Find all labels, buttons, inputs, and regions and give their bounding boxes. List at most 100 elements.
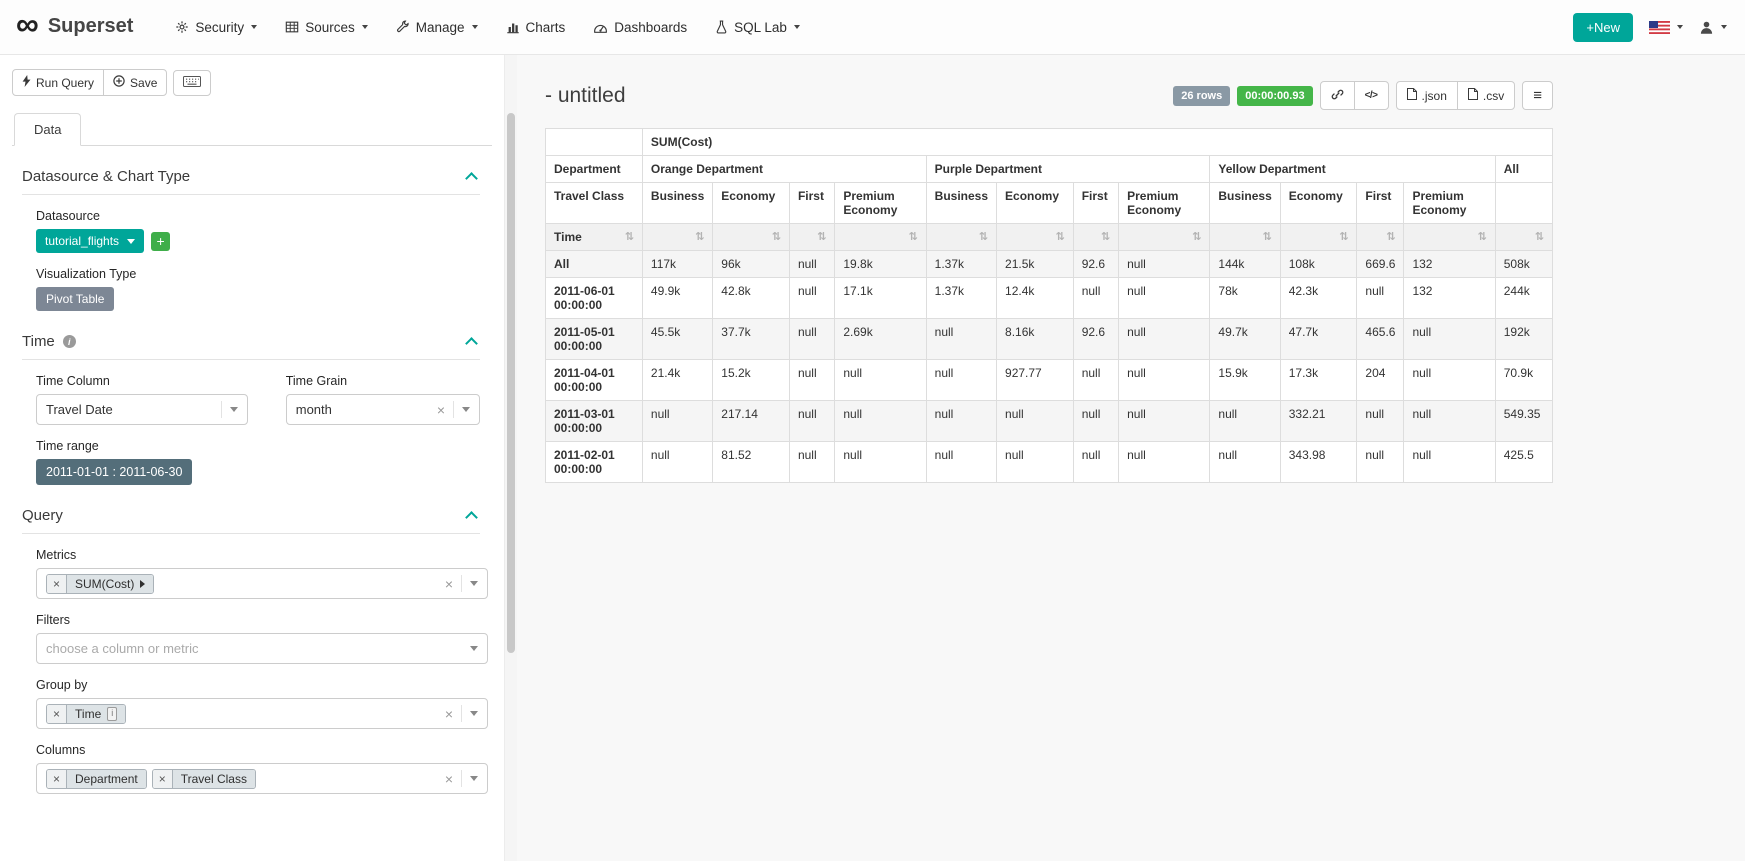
pivot-sort-header[interactable]: ⇅: [1495, 224, 1552, 251]
embed-code-button[interactable]: </>: [1354, 81, 1389, 110]
pivot-department-header: Orange Department: [642, 156, 926, 183]
chevron-up-icon[interactable]: [465, 511, 478, 524]
nav-item-manage[interactable]: Manage: [396, 20, 478, 35]
nav-item-sources[interactable]: Sources: [285, 20, 368, 35]
nav-item-sql-lab[interactable]: SQL Lab: [715, 20, 800, 35]
caret-down-icon: [230, 407, 238, 412]
pivot-value-cell: null: [1210, 401, 1280, 442]
pivot-travel-class-header: Economy: [713, 183, 790, 224]
pivot-sort-header[interactable]: ⇅: [926, 224, 996, 251]
chevron-up-icon[interactable]: [465, 337, 478, 350]
scrollbar-thumb[interactable]: [507, 113, 515, 653]
pivot-value-cell: null: [1073, 442, 1118, 483]
clear-icon[interactable]: ×: [445, 707, 453, 721]
time-column-label: Time Column: [36, 374, 248, 388]
pivot-sort-header[interactable]: ⇅: [1357, 224, 1404, 251]
pivot-value-cell: null: [1404, 360, 1495, 401]
viz-type-button[interactable]: Pivot Table: [36, 287, 114, 311]
remove-icon[interactable]: ×: [47, 705, 67, 723]
groupby-select[interactable]: × Time i ×: [36, 698, 488, 729]
add-datasource-button[interactable]: +: [151, 232, 170, 251]
file-icon: [1407, 88, 1417, 103]
pivot-travel-class-header: Business: [926, 183, 996, 224]
pivot-value-cell: 549.35: [1495, 401, 1552, 442]
time-column-select[interactable]: Travel Date: [36, 394, 248, 425]
datasource-select-button[interactable]: tutorial_flights: [36, 229, 144, 253]
pivot-sort-header[interactable]: ⇅: [997, 224, 1074, 251]
pivot-value-cell: null: [1073, 401, 1118, 442]
clear-icon[interactable]: ×: [437, 403, 445, 417]
keyboard-shortcuts-button[interactable]: [173, 70, 211, 96]
export-csv-button[interactable]: .csv: [1457, 81, 1515, 110]
pivot-value-cell: null: [926, 360, 996, 401]
section-datasource-chart-type: Datasource & Chart Type Datasource tutor…: [12, 168, 492, 311]
nav-item-label: Security: [195, 20, 244, 35]
pivot-sort-header[interactable]: ⇅: [642, 224, 712, 251]
user-menu[interactable]: [1699, 20, 1727, 35]
pivot-sort-header[interactable]: Time⇅: [546, 224, 643, 251]
nav-item-security[interactable]: Security: [175, 20, 257, 35]
save-button[interactable]: Save: [103, 69, 167, 96]
pivot-value-cell: 70.9k: [1495, 360, 1552, 401]
export-json-button[interactable]: .json: [1396, 81, 1458, 110]
divider: [461, 575, 462, 592]
pivot-row-label: 2011-03-01 00:00:00: [546, 401, 643, 442]
language-selector[interactable]: [1649, 21, 1683, 34]
caret-down-icon: [794, 25, 800, 29]
chart-menu-button[interactable]: ≡: [1522, 81, 1553, 110]
export-csv-label: .csv: [1483, 89, 1504, 103]
groupby-token: × Time i: [46, 704, 126, 724]
pivot-value-cell: null: [1073, 278, 1118, 319]
sort-icon: ⇅: [1386, 232, 1395, 243]
pivot-value-cell: 108k: [1280, 251, 1357, 278]
run-query-button[interactable]: Run Query: [12, 69, 104, 96]
clear-icon[interactable]: ×: [445, 577, 453, 591]
clear-icon[interactable]: ×: [445, 772, 453, 786]
pivot-sort-header[interactable]: ⇅: [835, 224, 926, 251]
pivot-value-cell: 42.3k: [1280, 278, 1357, 319]
pivot-sort-header[interactable]: ⇅: [1073, 224, 1118, 251]
remove-icon[interactable]: ×: [47, 770, 67, 788]
caret-down-icon: [470, 711, 478, 716]
metric-token: × SUM(Cost): [46, 574, 154, 594]
filters-label: Filters: [36, 613, 480, 627]
remove-icon[interactable]: ×: [153, 770, 173, 788]
query-toolbar: Run Query Save: [12, 69, 492, 96]
caret-down-icon: [470, 646, 478, 651]
divider: [453, 401, 454, 418]
tab-data[interactable]: Data: [14, 113, 81, 146]
pivot-sort-header[interactable]: ⇅: [1280, 224, 1357, 251]
time-grain-select[interactable]: month ×: [286, 394, 480, 425]
pivot-all-column-header: All: [1495, 156, 1552, 183]
pivot-sort-header[interactable]: ⇅: [1404, 224, 1495, 251]
panel-scrollbar[interactable]: [504, 55, 517, 861]
pivot-value-cell: 132: [1404, 251, 1495, 278]
new-button[interactable]: +New: [1573, 13, 1633, 42]
pivot-sort-header[interactable]: ⇅: [1210, 224, 1280, 251]
pivot-value-cell: 1.37k: [926, 251, 996, 278]
pivot-value-cell: 81.52: [713, 442, 790, 483]
metrics-select[interactable]: × SUM(Cost) ×: [36, 568, 488, 599]
pivot-value-cell: 45.5k: [642, 319, 712, 360]
chevron-up-icon[interactable]: [465, 172, 478, 185]
link-icon: [1331, 88, 1344, 104]
pivot-sort-header[interactable]: ⇅: [1119, 224, 1210, 251]
nav-item-charts[interactable]: Charts: [506, 20, 566, 35]
columns-token: × Travel Class: [152, 769, 256, 789]
pivot-value-cell: null: [1357, 442, 1404, 483]
short-link-button[interactable]: [1320, 81, 1355, 110]
columns-select[interactable]: × Department × Travel Class ×: [36, 763, 488, 794]
nav-item-dashboards[interactable]: Dashboards: [593, 20, 687, 35]
pivot-travel-class-header: First: [789, 183, 834, 224]
plus-icon: +: [156, 234, 164, 248]
pivot-row-dimension-label: Time: [554, 230, 582, 244]
pivot-sort-header[interactable]: ⇅: [789, 224, 834, 251]
filters-select[interactable]: choose a column or metric: [36, 633, 488, 664]
pivot-table: SUM(Cost)DepartmentOrange DepartmentPurp…: [545, 128, 1553, 483]
time-range-button[interactable]: 2011-01-01 : 2011-06-30: [36, 459, 192, 485]
pivot-value-cell: 192k: [1495, 319, 1552, 360]
brand[interactable]: ∞ Superset: [16, 15, 133, 39]
remove-icon[interactable]: ×: [47, 575, 67, 593]
pivot-sort-header[interactable]: ⇅: [713, 224, 790, 251]
pivot-value-cell: 42.8k: [713, 278, 790, 319]
